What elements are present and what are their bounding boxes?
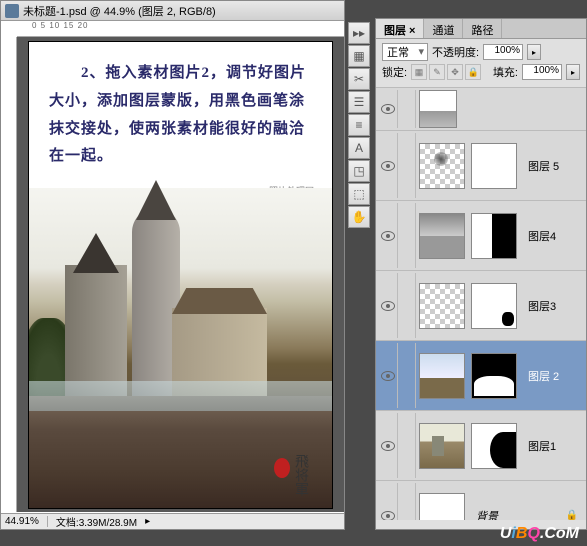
tab-layers[interactable]: 图层 × [376,19,424,38]
blend-mode-select[interactable]: 正常 [382,43,428,61]
title-bar[interactable]: 未标题-1.psd @ 44.9% (图层 2, RGB/8) [1,1,344,21]
vertical-ruler[interactable] [1,37,17,512]
tool-eyedropper[interactable]: ▸▸ [348,22,370,44]
tab-channels[interactable]: 通道 [424,19,463,38]
visibility-icon[interactable] [381,371,395,381]
document-window: 未标题-1.psd @ 44.9% (图层 2, RGB/8) 2、拖入素材图片… [0,0,345,530]
lock-icon: 🔒 [566,510,578,520]
layer-name[interactable]: 图层 5 [528,158,584,174]
tool-slice[interactable]: ☰ [348,91,370,113]
tool-text[interactable]: A [348,137,370,159]
layer-thumb[interactable] [419,283,465,329]
tutorial-text: 2、拖入素材图片2，调节好图片大小，添加图层蒙版，用黑色画笔涂抹交接处，使两张素… [29,42,332,171]
layer-thumb[interactable] [419,143,465,189]
layer-mask[interactable] [471,143,517,189]
zoom-level[interactable]: 44.91% [5,516,48,527]
panel-controls: 正常 不透明度: 100% ▸ 锁定: ▦ ✎ ✥ 🔒 填充: 100% ▸ [376,39,586,88]
layer-name[interactable]: 图层1 [528,438,584,454]
layer-row[interactable]: 图层4 [376,201,586,271]
panel-tabs: 图层 × 通道 路径 [376,19,586,39]
fill-arrow[interactable]: ▸ [566,64,580,80]
opacity-label: 不透明度: [432,44,479,60]
layer-list[interactable]: 图层 5 图层4 图层3 图层 2 图层 [376,88,586,520]
tool-grid[interactable]: ▦ [348,45,370,67]
status-arrow[interactable]: ▸ [145,516,150,527]
lock-pixels-icon[interactable]: ✎ [429,64,445,80]
artist-seal: 飛将軍 [274,454,310,496]
layer-row[interactable]: 图层 5 [376,131,586,201]
site-watermark: UiBQ.CoM [500,525,579,543]
lock-all-icon[interactable]: 🔒 [465,64,481,80]
opacity-input[interactable]: 100% [483,44,523,60]
lock-position-icon[interactable]: ✥ [447,64,463,80]
layer-row[interactable]: 图层3 [376,271,586,341]
layer-name[interactable]: 图层4 [528,228,584,244]
visibility-icon[interactable] [381,231,395,241]
tab-paths[interactable]: 路径 [463,19,502,38]
opacity-arrow[interactable]: ▸ [527,44,541,60]
fill-input[interactable]: 100% [522,64,562,80]
lock-buttons: ▦ ✎ ✥ 🔒 [411,64,481,80]
layer-thumb[interactable] [419,353,465,399]
tool-rect[interactable]: ⬚ [348,183,370,205]
visibility-icon[interactable] [381,104,395,114]
layer-name[interactable]: 图层3 [528,298,584,314]
layer-thumb[interactable] [419,90,457,128]
visibility-icon[interactable] [381,301,395,311]
layer-row-background[interactable]: 背景 🔒 [376,481,586,520]
tool-shape[interactable]: ◳ [348,160,370,182]
castle-image: 飛将軍 [29,188,332,508]
layer-mask[interactable] [471,283,517,329]
layer-row[interactable]: 图层1 [376,411,586,481]
layer-row-selected[interactable]: 图层 2 [376,341,586,411]
layer-name[interactable]: 背景 [476,508,566,521]
vertical-toolbar: ▸▸ ▦ ✂ ☰ ≡ A ◳ ⬚ ✋ [348,22,370,228]
fill-label: 填充: [493,64,518,80]
tool-list[interactable]: ≡ [348,114,370,136]
layer-thumb[interactable] [419,493,465,521]
document-icon [5,4,19,18]
tool-crop[interactable]: ✂ [348,68,370,90]
layer-thumb[interactable] [419,423,465,469]
layer-thumb[interactable] [419,213,465,259]
layer-mask[interactable] [471,423,517,469]
layers-panel: 图层 × 通道 路径 正常 不透明度: 100% ▸ 锁定: ▦ ✎ ✥ 🔒 填… [375,18,587,530]
lock-transparency-icon[interactable]: ▦ [411,64,427,80]
layer-name[interactable]: 图层 2 [528,368,584,384]
layer-row-top[interactable] [376,88,586,131]
tool-hand[interactable]: ✋ [348,206,370,228]
layer-mask[interactable] [471,353,517,399]
window-title: 未标题-1.psd @ 44.9% (图层 2, RGB/8) [23,3,216,19]
visibility-icon[interactable] [381,511,395,521]
document-info[interactable]: 文档:3.39M/28.9M [56,514,137,529]
canvas-area[interactable]: 2、拖入素材图片2，调节好图片大小，添加图层蒙版，用黑色画笔涂抹交接处，使两张素… [17,37,344,512]
visibility-icon[interactable] [381,441,395,451]
layer-mask[interactable] [471,213,517,259]
visibility-icon[interactable] [381,161,395,171]
status-bar: 44.91% 文档:3.39M/28.9M ▸ [1,513,344,529]
lock-label: 锁定: [382,64,407,80]
artwork: 2、拖入素材图片2，调节好图片大小，添加图层蒙版，用黑色画笔涂抹交接处，使两张素… [28,41,333,509]
horizontal-ruler[interactable] [17,21,344,37]
